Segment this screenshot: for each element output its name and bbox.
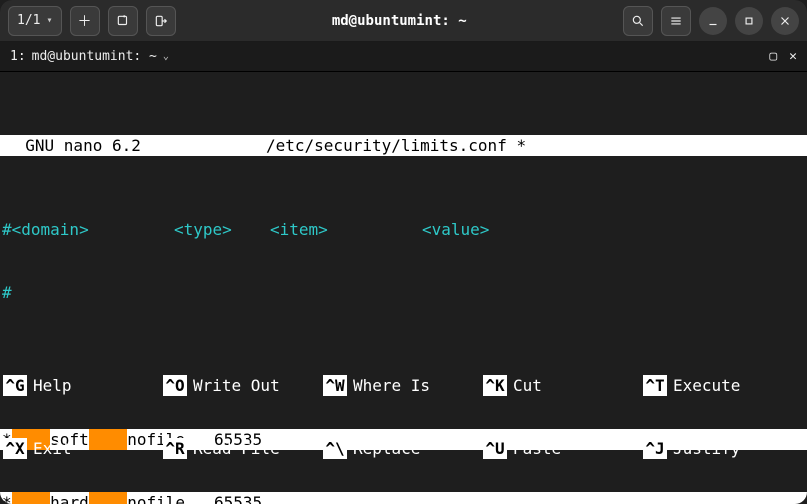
hamburger-icon xyxy=(669,14,683,28)
editor-header-row: #<domain><type><item><value> xyxy=(0,219,807,240)
terminal-tabstrip: 1: md@ubuntumint: ~ ⌄ ▢ ✕ xyxy=(0,42,807,72)
shortcut-writeout: ^OWrite Out xyxy=(163,375,323,396)
chevron-down-icon: ▾ xyxy=(46,15,52,26)
nano-titlebar: GNU nano 6.2 /etc/security/limits.conf * xyxy=(0,135,807,156)
nano-shortcut-bar: ^GHelp ^OWrite Out ^WWhere Is ^KCut ^TEx… xyxy=(3,333,804,501)
chevron-down-icon: ⌄ xyxy=(163,51,169,62)
shortcut-paste: ^UPaste xyxy=(483,438,643,459)
shortcut-justify: ^JJustify xyxy=(643,438,803,459)
shortcut-cut: ^KCut xyxy=(483,375,643,396)
shortcut-help: ^GHelp xyxy=(3,375,163,396)
tab-close-icon[interactable]: ✕ xyxy=(789,49,797,64)
window-titlebar: 1/1 ▾ ＋ md@ubuntumint: ~ xyxy=(0,0,807,42)
window-plus-icon xyxy=(116,14,130,28)
plus-icon: ＋ xyxy=(78,11,92,31)
shortcut-exit: ^XExit xyxy=(3,438,163,459)
shortcut-readfile: ^RRead File xyxy=(163,438,323,459)
tab-index: 1: xyxy=(10,49,26,64)
exit-icon xyxy=(154,14,168,28)
terminal-tab[interactable]: 1: md@ubuntumint: ~ ⌄ xyxy=(10,49,169,64)
nano-filename: /etc/security/limits.conf * xyxy=(266,135,801,156)
maximize-icon xyxy=(742,14,756,28)
search-button[interactable] xyxy=(623,6,653,36)
menu-button[interactable] xyxy=(661,6,691,36)
tab-counter-label: 1/1 xyxy=(17,13,40,28)
minimize-button[interactable] xyxy=(699,7,727,35)
shortcut-whereis: ^WWhere Is xyxy=(323,375,483,396)
window-title: md@ubuntumint: ~ xyxy=(184,13,615,29)
shortcut-replace: ^\Replace xyxy=(323,438,483,459)
exit-button[interactable] xyxy=(146,6,176,36)
maximize-button[interactable] xyxy=(735,7,763,35)
minimize-icon xyxy=(706,14,720,28)
nano-app-name: GNU nano 6.2 xyxy=(6,135,266,156)
new-tab-button[interactable]: ＋ xyxy=(70,6,100,36)
new-window-button[interactable] xyxy=(108,6,138,36)
search-icon xyxy=(631,14,645,28)
close-button[interactable] xyxy=(771,7,799,35)
tab-label: md@ubuntumint: ~ xyxy=(32,49,157,64)
tab-counter[interactable]: 1/1 ▾ xyxy=(8,6,62,36)
close-icon xyxy=(778,14,792,28)
shortcut-execute: ^TExecute xyxy=(643,375,803,396)
tab-maximize-icon[interactable]: ▢ xyxy=(769,49,777,64)
editor-line: # xyxy=(0,282,807,303)
